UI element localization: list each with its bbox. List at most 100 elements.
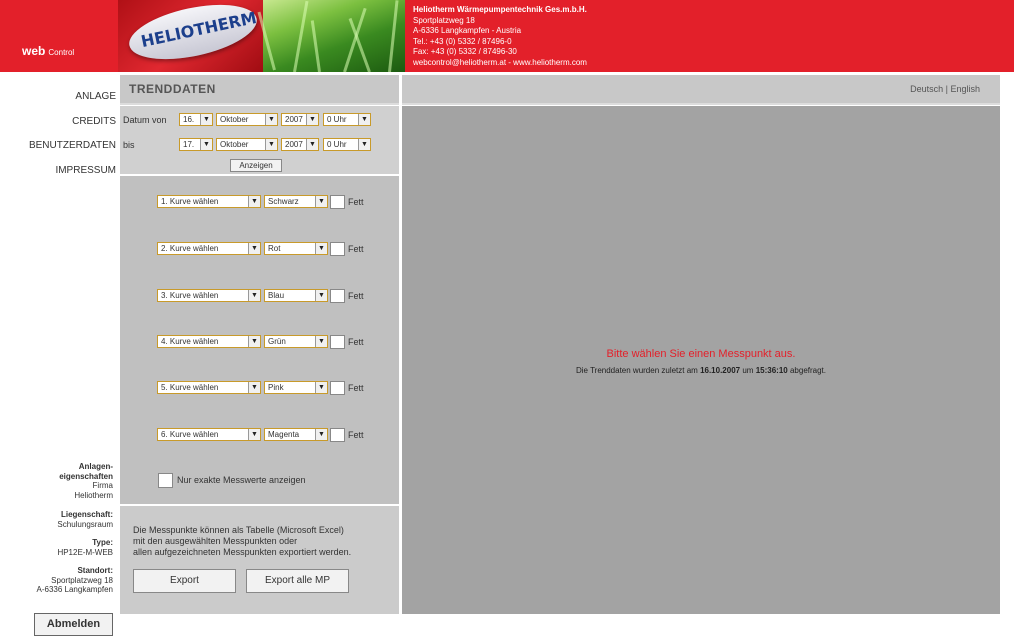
company-tel: Tel.: +43 (0) 5332 / 87496-0 [413,36,512,46]
bold-checkbox[interactable] [330,381,345,395]
curve-select-value: 1. Kurve wählen [161,197,219,206]
company-fax: Fax: +43 (0) 5332 / 87496-30 [413,47,517,56]
export-text-line2: mit den ausgewählten Messpunkten oder [133,536,298,546]
standort-line1: Sportplatzweg 18 [51,575,113,585]
select-measurepoint-message: Bitte wählen Sie einen Messpunkt aus. [606,348,796,360]
curve-color-select[interactable]: Grün ▼ [264,335,328,348]
plant-properties: Anlagen- eigenschaften Firma Heliotherm [0,462,113,500]
company-info: Heliotherm Wärmepumpentechnik Ges.m.b.H.… [413,5,587,68]
page-title: TRENDDATEN [129,82,216,96]
chevron-down-icon: ▼ [248,196,260,207]
location-info: Standort: Sportplatzweg 18 A-6336 Langka… [0,566,114,595]
export-all-button[interactable]: Export alle MP [246,569,349,593]
date-from-label: Datum von [123,115,167,125]
firma-value: Heliotherm [74,490,113,500]
standort-line2: A-6336 Langkampfen [36,585,114,594]
bold-checkbox[interactable] [330,195,345,209]
to-hour-select[interactable]: 0 Uhr ▼ [323,138,371,151]
curve-select[interactable]: 4. Kurve wählen ▼ [157,335,261,348]
chevron-down-icon: ▼ [248,336,260,347]
nav-credits[interactable]: CREDITS [0,116,116,127]
chevron-down-icon: ▼ [315,290,327,301]
curve-select[interactable]: 3. Kurve wählen ▼ [157,289,261,302]
chevron-down-icon: ▼ [265,139,277,150]
exact-values-checkbox[interactable] [158,473,173,488]
chevron-down-icon: ▼ [315,336,327,347]
type-info: Type: HP12E-M-WEB [0,538,113,557]
brand-web: web [22,44,46,58]
chevron-down-icon: ▼ [315,429,327,440]
curve-color-select[interactable]: Rot ▼ [264,242,328,255]
chevron-down-icon: ▼ [358,114,370,125]
info-time: 15:36:10 [755,366,788,375]
bold-checkbox[interactable] [330,242,345,256]
to-day-select[interactable]: 17. ▼ [179,138,213,151]
nav-impressum[interactable]: IMPRESSUM [0,165,116,176]
curve-select-value: 4. Kurve wählen [161,337,219,346]
curve-select[interactable]: 5. Kurve wählen ▼ [157,381,261,394]
curve-selection-panel: 1. Kurve wählen ▼ Schwarz ▼ Fett 2. Kurve wäh… [120,176,399,504]
chevron-down-icon: ▼ [315,382,327,393]
show-button[interactable]: Anzeigen [230,159,282,172]
from-month-select[interactable]: Oktober ▼ [216,113,278,126]
nav-anlage[interactable]: ANLAGE [0,91,116,102]
liegenschaft-label: Liegenschaft: [60,510,113,519]
from-day-select[interactable]: 16. ▼ [179,113,213,126]
chevron-down-icon: ▼ [306,139,318,150]
curve-color-select[interactable]: Magenta ▼ [264,428,328,441]
company-web[interactable]: webcontrol@heliotherm.at - www.heliother… [413,58,587,69]
info-mid: um [742,366,754,375]
trend-chart-area: Bitte wählen Sie einen Messpunkt aus. Di… [402,106,1000,614]
bold-label: Fett [348,337,364,347]
right-title-bar: Deutsch | English [402,75,1000,105]
curve-select-value: 6. Kurve wählen [161,430,219,439]
export-description: Die Messpunkte können als Tabelle (Micro… [133,525,351,558]
curve-select[interactable]: 2. Kurve wählen ▼ [157,242,261,255]
from-month-value: Oktober [220,115,249,124]
bold-checkbox[interactable] [330,289,345,303]
curve-color-value: Schwarz [268,197,299,206]
bold-checkbox[interactable] [330,335,345,349]
language-switch[interactable]: Deutsch | English [910,84,980,94]
from-day-value: 16. [183,115,195,124]
chevron-down-icon: ▼ [265,114,277,125]
type-value: HP12E-M-WEB [57,547,113,557]
to-year-value: 2007 [285,140,303,149]
company-name: Heliotherm Wärmepumpentechnik Ges.m.b.H. [413,5,587,14]
nav-benutzerdaten[interactable]: BENUTZERDATEN [0,140,116,151]
from-hour-select[interactable]: 0 Uhr ▼ [323,113,371,126]
export-text-line1: Die Messpunkte können als Tabelle (Micro… [133,525,344,535]
from-year-select[interactable]: 2007 ▼ [281,113,319,126]
to-year-select[interactable]: 2007 ▼ [281,138,319,151]
standort-label: Standort: [77,566,113,575]
curve-color-value: Magenta [268,430,300,439]
chevron-down-icon: ▼ [358,139,370,150]
chevron-down-icon: ▼ [306,114,318,125]
curve-color-select[interactable]: Schwarz ▼ [264,195,328,208]
date-to-label: bis [123,140,135,150]
curve-select-value: 3. Kurve wählen [161,291,219,300]
export-panel: Die Messpunkte können als Tabelle (Micro… [120,506,399,614]
bold-label: Fett [348,197,364,207]
curve-select[interactable]: 6. Kurve wählen ▼ [157,428,261,441]
chevron-down-icon: ▼ [248,243,260,254]
anlagen-label-1: Anlagen- [78,462,113,471]
curve-color-select[interactable]: Blau ▼ [264,289,328,302]
curve-select-value: 5. Kurve wählen [161,383,219,392]
info-suffix: abgefragt. [789,366,826,375]
logout-button[interactable]: Abmelden [34,613,113,636]
bold-label: Fett [348,430,364,440]
to-month-select[interactable]: Oktober ▼ [216,138,278,151]
export-button[interactable]: Export [133,569,236,593]
info-date: 16.10.2007 [700,366,741,375]
curve-select[interactable]: 1. Kurve wählen ▼ [157,195,261,208]
bold-label: Fett [348,383,364,393]
from-year-value: 2007 [285,115,303,124]
curve-color-select[interactable]: Pink ▼ [264,381,328,394]
firma-label: Firma [92,481,113,490]
curve-select-value: 2. Kurve wählen [161,244,219,253]
bold-checkbox[interactable] [330,428,345,442]
date-range-panel: Datum von 16. ▼ Oktober ▼ 2007 ▼ 0 Uhr ▼ bis… [120,106,399,174]
company-city: A-6336 Langkampfen - Austria [413,26,522,35]
to-hour-value: 0 Uhr [327,140,347,149]
